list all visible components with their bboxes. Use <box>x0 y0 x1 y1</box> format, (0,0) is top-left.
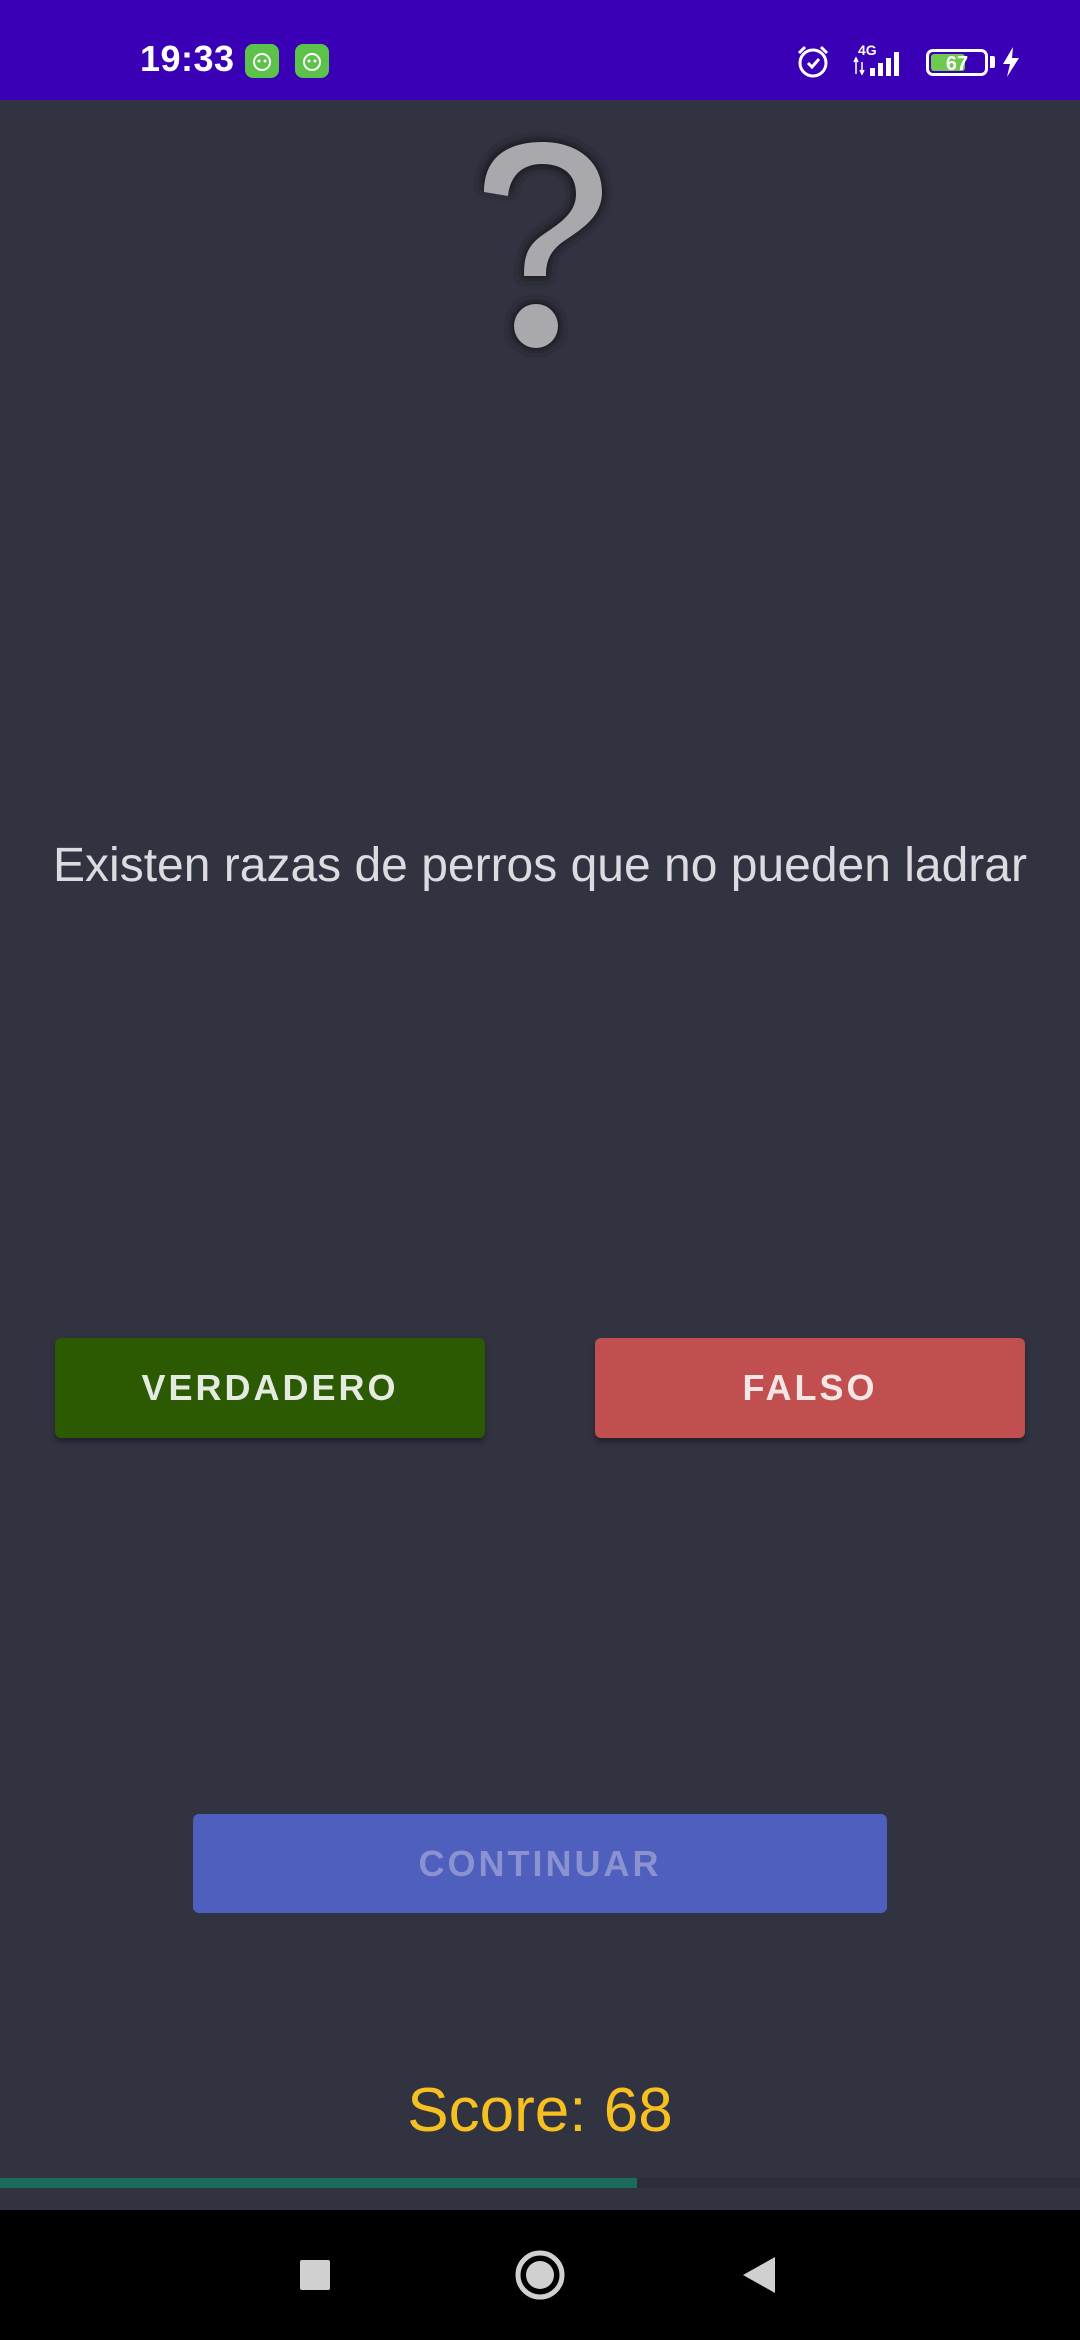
continue-button[interactable]: CONTINUAR <box>193 1814 887 1913</box>
question-text: Existen razas de perros que no pueden la… <box>53 839 1027 892</box>
home-button[interactable] <box>480 2210 600 2340</box>
status-time: 19:33 <box>140 38 235 79</box>
recents-square-icon <box>300 2260 330 2290</box>
alarm-icon <box>797 45 829 78</box>
recents-button[interactable] <box>255 2210 375 2340</box>
question-mark-icon <box>480 138 606 352</box>
false-button[interactable]: FALSO <box>595 1338 1025 1438</box>
progress-fill <box>0 2178 638 2188</box>
progress-bar <box>0 2178 1080 2188</box>
battery-tip <box>990 56 995 68</box>
battery-icon: 67 <box>926 49 988 76</box>
status-bar: 19:33 4G 67 <box>0 0 1080 100</box>
back-triangle-icon <box>743 2257 775 2293</box>
notification-app-icon <box>295 44 329 78</box>
battery-level: 67 <box>945 53 969 75</box>
home-circle-icon <box>515 2250 565 2300</box>
notification-app-icon <box>245 44 279 78</box>
navigation-bar <box>0 2210 1080 2340</box>
charging-icon <box>1003 47 1019 77</box>
back-button[interactable] <box>700 2210 820 2340</box>
score-label: Score: 68 <box>407 2076 673 2145</box>
true-button[interactable]: VERDADERO <box>55 1338 485 1438</box>
signal-icon <box>853 52 899 76</box>
